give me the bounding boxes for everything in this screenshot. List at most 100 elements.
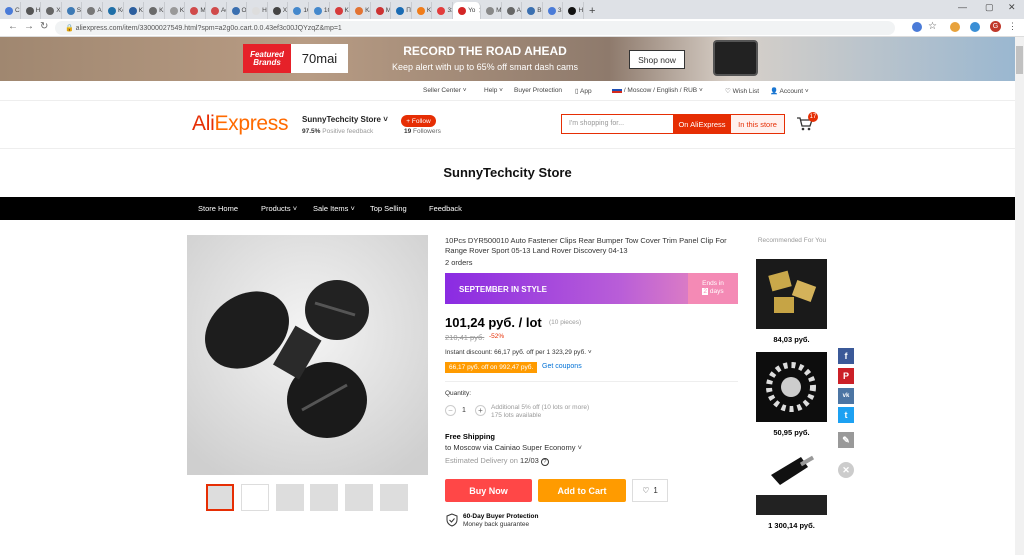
browser-tab[interactable]: Co [0, 2, 21, 19]
thumbnail-1[interactable] [206, 484, 234, 511]
scrollbar-thumb[interactable] [1016, 46, 1023, 74]
browser-tab[interactable]: Ka [330, 2, 351, 19]
aliexpress-logo[interactable]: AliExpress [192, 112, 289, 136]
browser-tab[interactable]: 1C [288, 2, 309, 19]
recommended-item-image[interactable] [756, 352, 827, 422]
browser-tab[interactable]: 33 [543, 2, 564, 19]
browser-tab[interactable]: Ko [103, 2, 124, 19]
recommended-price[interactable]: 1 300,14 руб. [756, 521, 827, 530]
coupon-badge[interactable]: 66,17 руб. off on 992,47 руб. [445, 362, 538, 373]
nav-products[interactable]: Products ˅ [261, 204, 297, 213]
tab-favicon-icon [313, 6, 322, 15]
browser-tab[interactable]: МТ [371, 2, 392, 19]
browser-tab[interactable]: Ko [124, 2, 145, 19]
facebook-share-icon[interactable]: f [838, 348, 854, 364]
scrollbar[interactable] [1015, 37, 1024, 555]
close-window-icon[interactable]: ✕ [1008, 2, 1016, 13]
nav-feedback[interactable]: Feedback [429, 204, 462, 213]
browser-tab[interactable]: My [481, 2, 502, 19]
new-tab-button[interactable]: + [584, 2, 605, 19]
maximize-icon[interactable]: ▢ [985, 2, 994, 13]
extension-icon[interactable] [970, 22, 980, 32]
divider [445, 381, 738, 382]
quantity-value[interactable]: 1 [462, 407, 466, 414]
account-link[interactable]: 👤 Account ˅ [770, 87, 809, 95]
browser-tab[interactable]: 33 [432, 2, 454, 19]
thumbnail-2[interactable] [241, 484, 269, 511]
browser-tab[interactable]: Xp [41, 2, 62, 19]
browser-tab[interactable]: Xo [268, 2, 289, 19]
profile-avatar[interactable]: G [990, 21, 1001, 32]
nav-top-selling[interactable]: Top Selling [370, 204, 407, 213]
seller-center-link[interactable]: Seller Center ˅ [423, 87, 467, 94]
translate-icon[interactable] [912, 22, 922, 32]
quantity-increase-button[interactable]: + [475, 405, 486, 416]
menu-icon[interactable]: ⋮ [1008, 21, 1017, 32]
url-field[interactable]: 🔒 aliexpress.com/item/33000027549.html?s… [55, 21, 895, 35]
thumbnail-5[interactable] [345, 484, 373, 511]
follow-button[interactable]: + Follow [401, 115, 436, 127]
browser-tab[interactable]: Пр [391, 2, 412, 19]
browser-tab[interactable]: Ho [563, 2, 585, 19]
shop-now-button[interactable]: Shop now [629, 50, 685, 69]
browser-tab[interactable]: 1C [309, 2, 330, 19]
browser-tab[interactable]: Yo✕ [453, 2, 482, 19]
quantity-notes: Additional 5% off (10 lots or more) 175 l… [491, 404, 590, 419]
search-store-button[interactable]: In this store [731, 115, 784, 133]
store-name[interactable]: SunnyTechcity Store ˅ [302, 115, 388, 124]
help-icon[interactable]: ? [540, 458, 549, 466]
browser-tab[interactable]: От [227, 2, 248, 19]
wish-list-link[interactable]: ♡ Wish List [725, 87, 759, 95]
browser-tab[interactable]: He [21, 2, 42, 19]
extension-icon[interactable] [950, 22, 960, 32]
nav-store-home[interactable]: Store Home [198, 204, 238, 213]
product-main-image[interactable] [187, 235, 428, 475]
instant-discount[interactable]: Instant discount: 66,17 руб. off per 1 3… [445, 349, 592, 356]
browser-tab[interactable]: BM [522, 2, 543, 19]
tab-favicon-icon [87, 6, 96, 15]
brand-name: 70mai [301, 51, 338, 66]
tab-favicon-icon [252, 6, 261, 15]
badge-bottom: Brands [253, 57, 281, 67]
search-input[interactable]: I'm shopping for... [562, 115, 673, 133]
nav-sale-items[interactable]: Sale Items ˅ [313, 204, 355, 213]
buy-now-button[interactable]: Buy Now [445, 479, 532, 502]
browser-tab[interactable]: A r [82, 2, 103, 19]
help-link[interactable]: Help ˅ [484, 87, 503, 94]
get-coupons-link[interactable]: Get coupons [542, 363, 582, 370]
edit-icon[interactable]: ✎ [838, 432, 854, 448]
add-to-cart-button[interactable]: Add to Cart [538, 479, 626, 502]
reload-icon[interactable]: ↻ [40, 21, 48, 32]
app-link[interactable]: ▯ App [575, 87, 592, 95]
browser-tab[interactable]: Mc [185, 2, 206, 19]
twitter-share-icon[interactable]: t [838, 407, 854, 423]
back-icon[interactable]: ← [8, 21, 18, 32]
shipping-method[interactable]: to Moscow via Cainiao Super Economy ˅ [445, 443, 582, 452]
recommended-price[interactable]: 50,95 руб. [756, 428, 827, 437]
minimize-icon[interactable]: — [958, 2, 967, 12]
thumbnail-3[interactable] [276, 484, 304, 511]
search-aliexpress-button[interactable]: On AliExpress [673, 115, 731, 133]
thumbnail-4[interactable] [310, 484, 338, 511]
locale-selector[interactable]: / Moscow / English / RUB ˅ [612, 87, 703, 94]
pinterest-share-icon[interactable]: P [838, 368, 854, 384]
thumbnail-6[interactable] [380, 484, 408, 511]
browser-tab[interactable]: Но [247, 2, 268, 19]
quantity-decrease-button[interactable]: − [445, 405, 456, 416]
vk-share-icon[interactable]: vk [838, 388, 854, 404]
browser-tab[interactable]: SM [62, 2, 83, 19]
recommended-item-image[interactable] [756, 445, 827, 515]
star-icon[interactable]: ☆ [928, 21, 937, 32]
forward-icon[interactable]: → [24, 21, 34, 32]
browser-tab[interactable]: All [502, 2, 523, 19]
recommended-price[interactable]: 84,03 руб. [756, 335, 827, 344]
browser-tab[interactable]: Kp [144, 2, 165, 19]
browser-tab[interactable]: Ko [165, 2, 186, 19]
browser-tab[interactable]: Ka [412, 2, 433, 19]
browser-tab[interactable]: Ka [350, 2, 371, 19]
buyer-protection-link[interactable]: Buyer Protection [514, 87, 562, 94]
wishlist-button[interactable]: ♡ 1 [632, 479, 668, 502]
close-share-icon[interactable]: ✕ [838, 462, 854, 478]
browser-tab[interactable]: Ae [206, 2, 227, 19]
recommended-item-image[interactable] [756, 259, 827, 329]
